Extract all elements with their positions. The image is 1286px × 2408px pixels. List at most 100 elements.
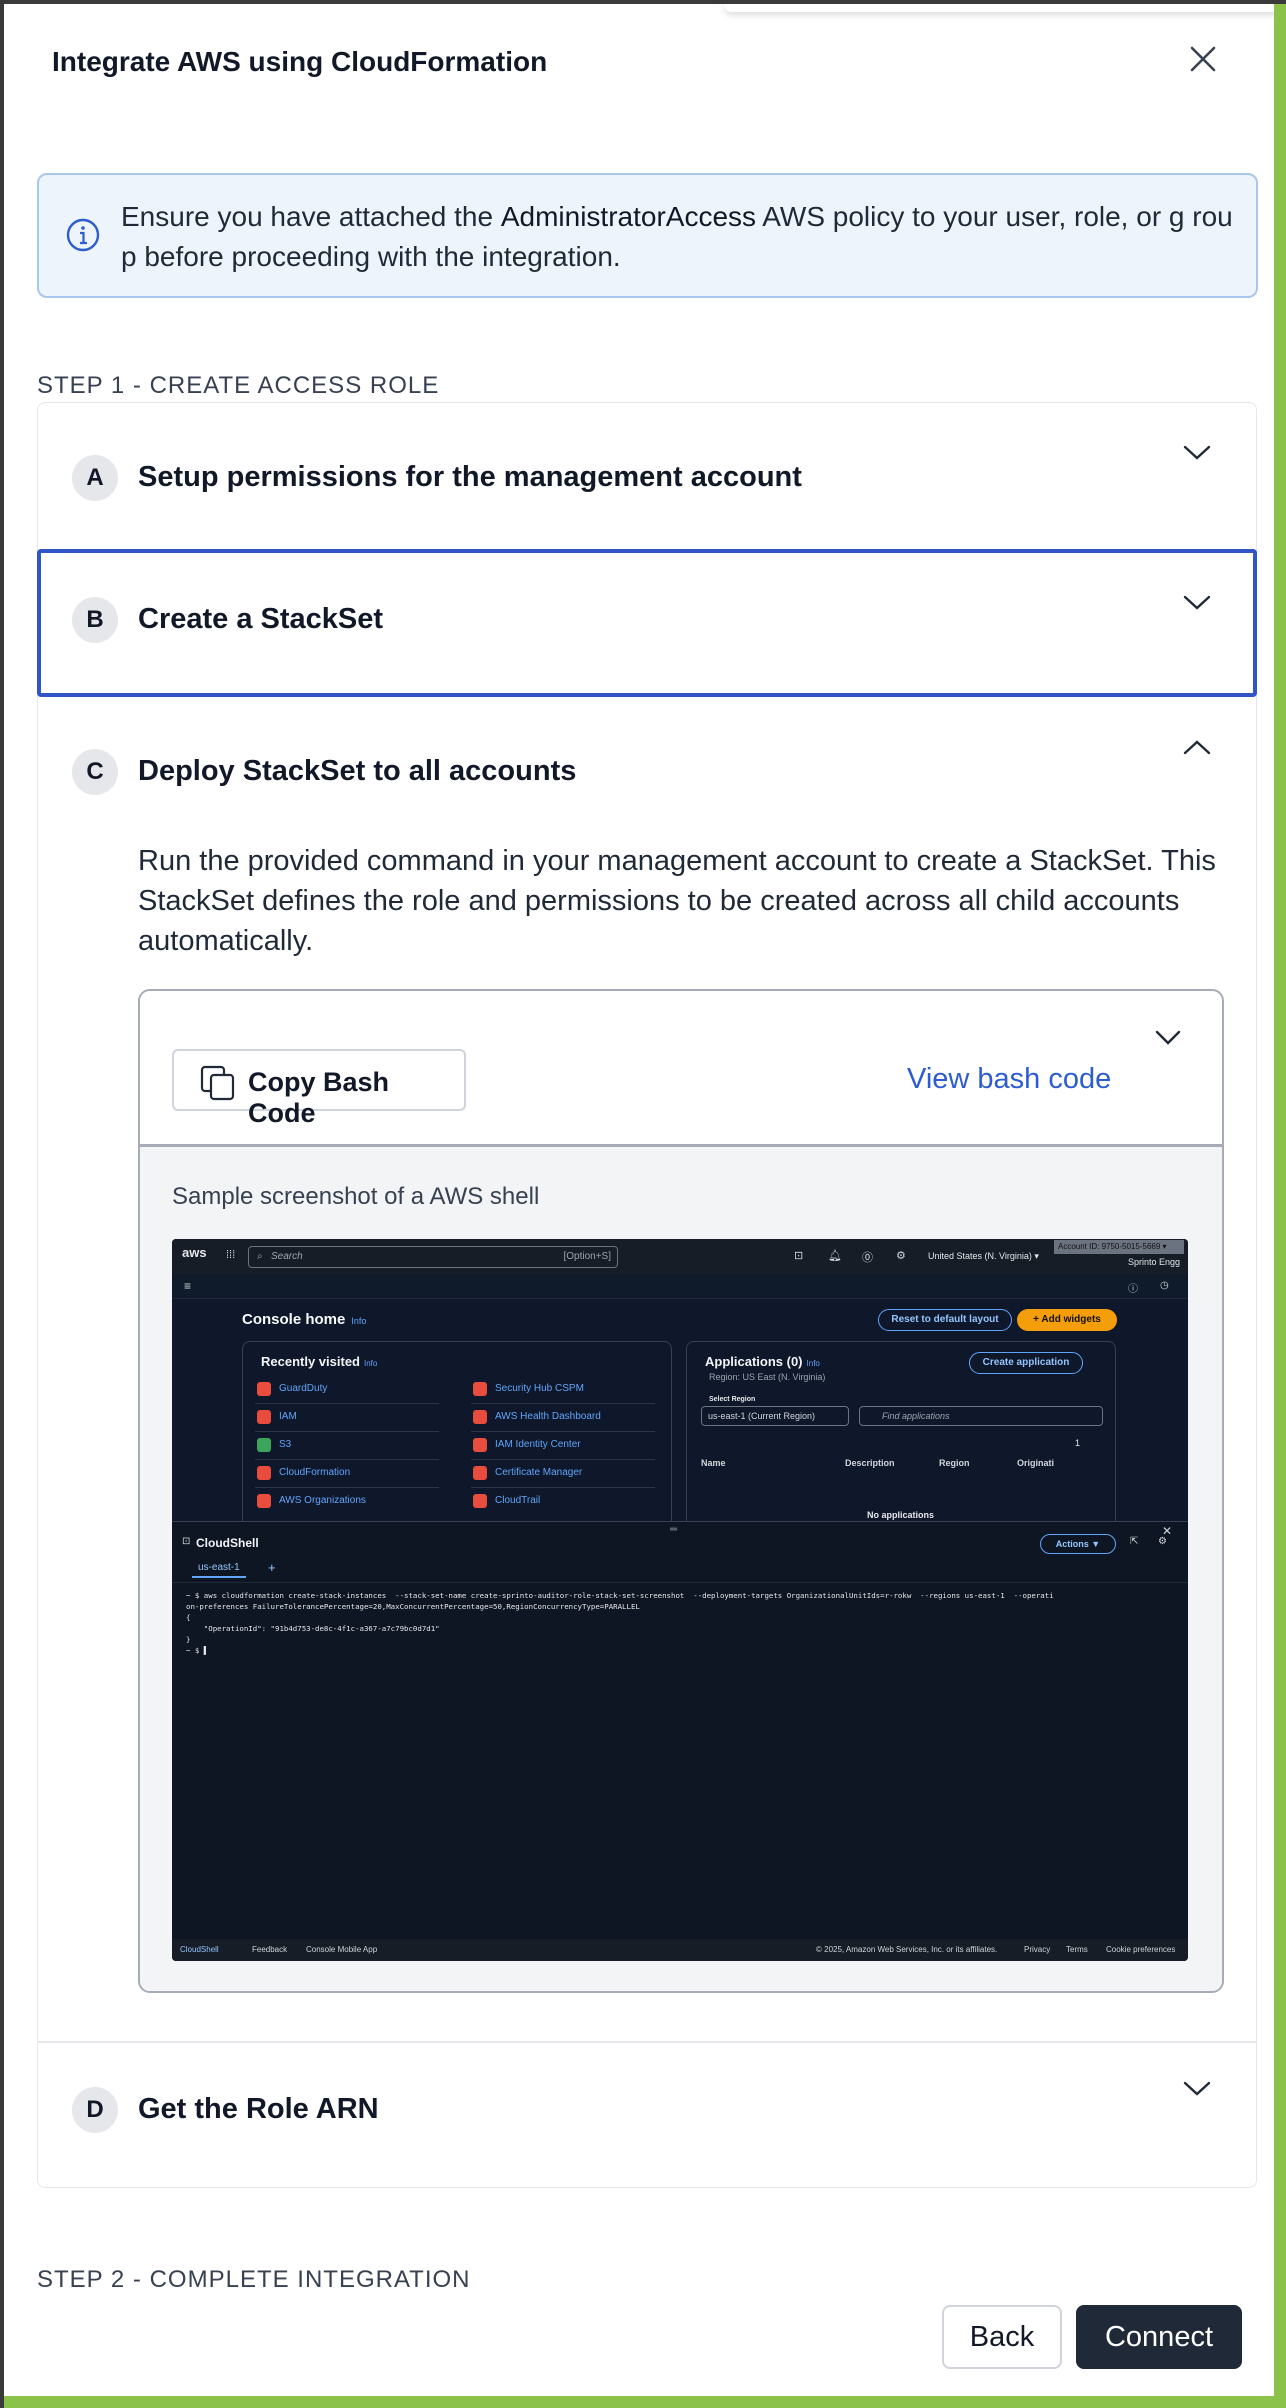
bash-code-panel: Copy Bash Code View bash code Sample scr… [138, 989, 1224, 1993]
accordion-item-a[interactable]: A Setup permissions for the management a… [38, 403, 1256, 549]
list-divider [255, 1459, 439, 1460]
region-select: us-east-1 (Current Region) [701, 1406, 849, 1426]
footer-mobile-app: Console Mobile App [306, 1945, 378, 1954]
column-header: Description [845, 1458, 895, 1468]
connect-button[interactable]: Connect [1076, 2305, 1242, 2369]
list-divider [255, 1403, 439, 1404]
settings-icon: ⚙ [1158, 1536, 1167, 1547]
list-divider [255, 1431, 439, 1432]
recent-service-link: GuardDuty [279, 1383, 328, 1394]
recent-service-link: CloudTrail [495, 1495, 541, 1506]
accordion-item-d[interactable]: D Get the Role ARN [38, 2043, 1256, 2187]
menu-icon: ≡ [184, 1279, 192, 1293]
info-icon: ⓘ [1128, 1284, 1138, 1295]
list-divider [471, 1459, 655, 1460]
accordion: A Setup permissions for the management a… [37, 402, 1257, 2188]
service-icon [473, 1410, 487, 1424]
find-applications-input: Find applications [859, 1406, 1103, 1426]
grid-icon: ⁞⁞⁞ [226, 1249, 236, 1261]
accordion-item-b[interactable]: B Create a StackSet [37, 549, 1257, 697]
add-widgets-button: + Add widgets [1017, 1309, 1117, 1331]
step-c-description: Run the provided command in your managem… [138, 845, 1216, 957]
chevron-up-icon[interactable] [1182, 737, 1212, 757]
cloudshell-actions-button: Actions ▼ [1040, 1534, 1116, 1554]
cloudshell-panel: ═ ✕ ⊡ CloudShell Actions ▼ ⇱ ⚙ us-east-1… [172, 1521, 1188, 1957]
info-icon [66, 218, 100, 252]
chevron-down-icon[interactable] [1182, 2079, 1212, 2099]
step-letter: A [72, 455, 118, 501]
code-panel-header: Copy Bash Code View bash code [140, 991, 1222, 1147]
search-icon: ⌕ [257, 1251, 263, 1262]
applications-region: Region: US East (N. Virginia) [709, 1372, 826, 1382]
aws-footer: CloudShell Feedback Console Mobile App ©… [172, 1939, 1188, 1961]
service-icon [473, 1382, 487, 1396]
view-bash-code-link[interactable]: View bash code [907, 1063, 1111, 1096]
footer-privacy: Privacy [1024, 1945, 1051, 1954]
column-header: Name [701, 1458, 726, 1468]
aws-shell-screenshot: aws ⁞⁞⁞ ⌕ Search [Option+S] ⊡ 🔔︎ ⓪ ⚙ Uni… [172, 1239, 1188, 1961]
cloudshell-icon: ⊡ [182, 1536, 191, 1547]
external-link-icon: ⇱ [1130, 1536, 1139, 1547]
accordion-title: Get the Role ARN [138, 2093, 379, 2125]
recent-service-link: IAM Identity Center [495, 1439, 581, 1450]
aws-search-box: ⌕ Search [Option+S] [248, 1246, 618, 1268]
chevron-down-icon[interactable] [1182, 593, 1212, 613]
recent-service-link: S3 [279, 1439, 292, 1450]
recent-service-link: IAM [279, 1411, 297, 1422]
bell-icon: 🔔︎ [828, 1250, 842, 1262]
terminal-icon: ⊡ [794, 1250, 804, 1262]
accordion-title: Setup permissions for the management acc… [138, 461, 802, 493]
aws-user: Sprinto Engg [1128, 1257, 1181, 1267]
service-icon [473, 1438, 487, 1452]
step-letter: C [72, 749, 118, 795]
service-icon [257, 1494, 271, 1508]
copy-bash-code-button[interactable]: Copy Bash Code [172, 1049, 466, 1128]
cloudshell-divider [172, 1582, 1188, 1583]
step-letter: B [72, 597, 118, 643]
recent-service-link: Security Hub CSPM [495, 1383, 584, 1394]
aws-logo: aws [182, 1245, 207, 1260]
list-divider [471, 1431, 655, 1432]
chevron-down-icon[interactable] [1182, 443, 1212, 463]
settings-icon: ⚙ [896, 1250, 906, 1262]
info-message: Ensure you have attached the Administrat… [121, 201, 1233, 272]
close-icon [1190, 46, 1216, 72]
service-icon [257, 1438, 271, 1452]
terminal-output: ~ $ aws cloudformation create-stack-inst… [186, 1591, 1054, 1655]
chevron-down-icon[interactable] [1154, 1029, 1182, 1047]
service-icon [473, 1494, 487, 1508]
aws-search-shortcut: [Option+S] [563, 1251, 611, 1262]
column-header: Originati [1017, 1458, 1055, 1468]
step2-heading: STEP 2 - COMPLETE INTEGRATION [37, 2266, 471, 2293]
copy-icon [200, 1065, 235, 1101]
recently-visited-panel: Recently visited Info GuardDuty IAM S3 Cloud… [242, 1341, 672, 1529]
footer-feedback: Feedback [252, 1945, 288, 1954]
overlay-shadow [724, 4, 1274, 12]
recent-service-link: Certificate Manager [495, 1467, 583, 1478]
close-button[interactable] [1186, 42, 1220, 76]
accordion-title[interactable]: Deploy StackSet to all accounts [138, 755, 576, 788]
list-divider [471, 1403, 655, 1404]
cloudshell-tab: us-east-1 [192, 1562, 246, 1578]
code-panel-body: Sample screenshot of a AWS shell aws ⁞⁞⁞… [140, 1147, 1222, 1991]
footer-cloudshell: CloudShell [180, 1945, 219, 1954]
accordion-title: Create a StackSet [138, 603, 384, 635]
copy-button-label: Copy Bash Code [248, 1067, 390, 1128]
service-icon [257, 1410, 271, 1424]
recent-service-link: AWS Organizations [279, 1495, 366, 1506]
list-divider [255, 1487, 439, 1488]
service-icon [473, 1466, 487, 1480]
footer-copyright: © 2025, Amazon Web Services, Inc. or its… [816, 1945, 998, 1954]
aws-region: United States (N. Virginia) ▾ [928, 1251, 1039, 1261]
add-tab-icon: + [268, 1560, 276, 1575]
create-application-button: Create application [969, 1352, 1083, 1374]
aws-account-id: Account ID: 9750-5015-5669 ▾ [1054, 1240, 1184, 1254]
integration-modal: Integrate AWS using CloudFormation Ensur… [4, 4, 1274, 2396]
list-divider [471, 1487, 655, 1488]
cloudshell-title: CloudShell [196, 1536, 259, 1550]
service-icon [257, 1466, 271, 1480]
back-button[interactable]: Back [942, 2305, 1062, 2369]
drag-handle-icon: ═ [670, 1524, 678, 1535]
footer-terms: Terms [1066, 1945, 1088, 1954]
applications-panel: Applications (0) Info Region: US East (N.… [686, 1341, 1116, 1529]
